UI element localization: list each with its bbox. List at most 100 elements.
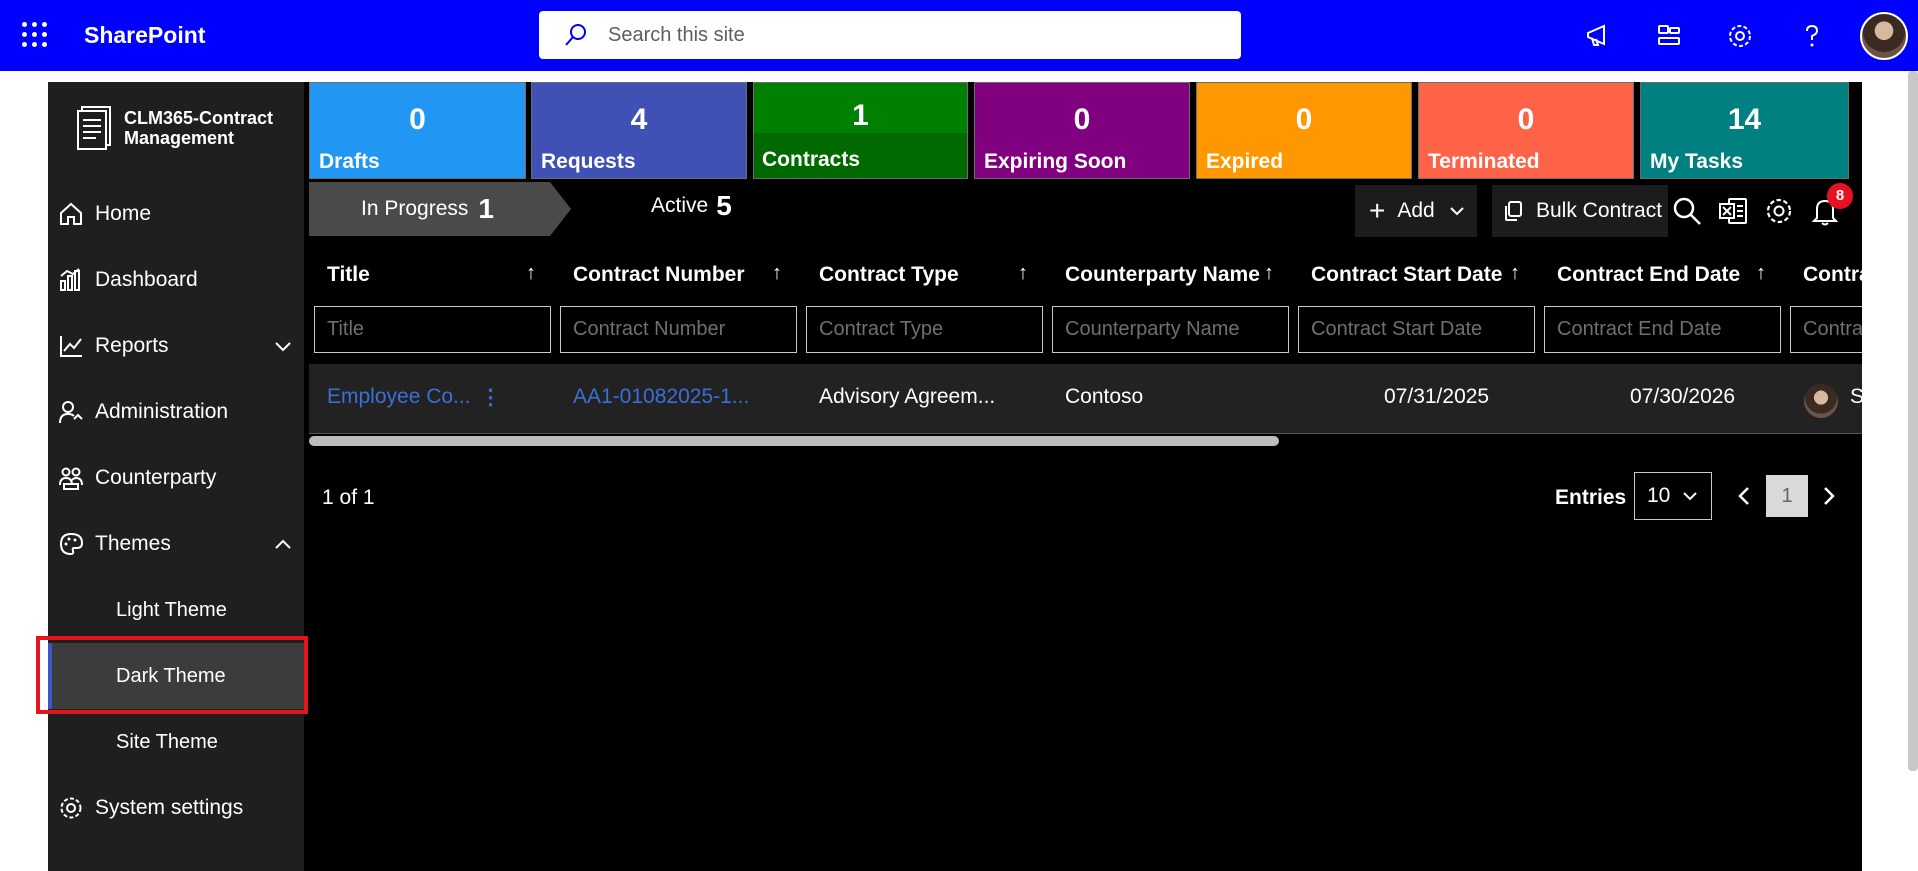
tile-drafts[interactable]: 0 Drafts: [309, 82, 526, 179]
nav-site-theme[interactable]: Site Theme: [48, 709, 304, 775]
search-icon: [565, 24, 586, 46]
nav-dashboard[interactable]: Dashboard: [48, 247, 304, 313]
column-header-end-date[interactable]: Contract End Date: [1557, 263, 1740, 287]
nav-counterparty[interactable]: Counterparty: [48, 445, 304, 511]
tab-active-count: 5: [716, 190, 732, 221]
filter-contract-type-input[interactable]: [806, 306, 1043, 353]
reports-icon: [60, 336, 82, 357]
nav-administration[interactable]: Administration: [48, 379, 304, 445]
column-header-counterparty-name[interactable]: Counterparty Name: [1065, 263, 1260, 287]
nav-themes[interactable]: Themes: [48, 511, 304, 577]
row-start-date: 07/31/2025: [1384, 385, 1490, 408]
tile-contracts[interactable]: 1 Contracts: [753, 82, 968, 179]
copy-icon: [1505, 201, 1522, 221]
tile-expiring-count: 0: [1073, 103, 1091, 136]
row-contract-number-link[interactable]: AA1-01082025-1...: [573, 385, 749, 409]
user-avatar[interactable]: [1860, 12, 1908, 60]
app-launcher-icon[interactable]: [22, 22, 48, 48]
row-counterparty: Contoso: [1065, 385, 1144, 408]
nav-administration-label: Administration: [95, 400, 229, 423]
tab-active[interactable]: Active 5: [651, 190, 732, 222]
bulk-contract-button[interactable]: Bulk Contract: [1492, 185, 1668, 237]
column-header-truncated[interactable]: Contra: [1803, 263, 1862, 287]
sort-arrow-icon[interactable]: ↑: [772, 262, 782, 285]
column-header-title[interactable]: Title: [327, 263, 370, 287]
chevron-down-icon: [1683, 492, 1698, 501]
add-button-label: Add: [1397, 199, 1435, 222]
entries-value: 10: [1647, 484, 1671, 507]
filter-title-input[interactable]: [314, 306, 551, 353]
tile-terminated-count: 0: [1517, 103, 1535, 136]
tile-contracts-label: Contracts: [762, 148, 861, 171]
tile-my-tasks-label: My Tasks: [1650, 150, 1743, 173]
contract-logo-icon: [77, 106, 111, 150]
horizontal-scrollbar[interactable]: [309, 436, 1279, 446]
tile-expired[interactable]: 0 Expired: [1196, 82, 1412, 179]
filter-contract-number-input[interactable]: [560, 306, 797, 353]
entries-label: Entries: [1555, 486, 1627, 509]
more-actions-icon[interactable]: ⋮: [480, 385, 501, 410]
chevron-up-icon[interactable]: [274, 538, 292, 550]
megaphone-icon[interactable]: [1584, 22, 1612, 50]
nav-home[interactable]: Home: [48, 181, 304, 247]
notification-badge: 8: [1827, 183, 1853, 209]
sort-arrow-icon[interactable]: ↑: [1264, 262, 1274, 285]
filter-truncated-input[interactable]: [1790, 306, 1862, 353]
row-end-date: 07/30/2026: [1630, 385, 1736, 408]
tile-terminated[interactable]: 0 Terminated: [1418, 82, 1634, 179]
tile-my-tasks[interactable]: 14 My Tasks: [1640, 82, 1849, 179]
tile-expiring-label: Expiring Soon: [984, 150, 1127, 173]
settings-gear-icon[interactable]: [1726, 22, 1754, 50]
tab-in-progress[interactable]: In Progress 1: [309, 182, 571, 236]
tab-in-progress-label: In Progress: [361, 197, 469, 220]
search-box[interactable]: [539, 11, 1241, 59]
tile-expired-count: 0: [1295, 103, 1313, 136]
filter-counterparty-input[interactable]: [1052, 306, 1289, 353]
excel-export-icon[interactable]: [1718, 196, 1748, 226]
column-header-start-date[interactable]: Contract Start Date: [1311, 263, 1502, 287]
home-icon: [60, 202, 82, 225]
nav-light-theme[interactable]: Light Theme: [48, 577, 304, 643]
sort-arrow-icon[interactable]: ↑: [1018, 262, 1028, 285]
entries-select[interactable]: 10: [1634, 472, 1712, 520]
column-header-contract-number[interactable]: Contract Number: [573, 263, 745, 287]
chevron-down-icon: [1450, 207, 1464, 216]
sort-arrow-icon[interactable]: ↑: [526, 262, 536, 285]
next-page-icon[interactable]: [1820, 481, 1838, 511]
search-icon[interactable]: [1672, 196, 1702, 226]
sort-arrow-icon[interactable]: ↑: [1756, 262, 1766, 285]
tile-requests-count: 4: [630, 103, 648, 136]
app-logo[interactable]: CLM365-Contract Management: [72, 104, 294, 152]
tile-requests-label: Requests: [541, 150, 636, 173]
nav-themes-label: Themes: [95, 532, 171, 555]
brand-title[interactable]: SharePoint: [84, 22, 205, 49]
filter-end-date-input[interactable]: [1544, 306, 1781, 353]
gear-icon: [60, 797, 82, 819]
tile-drafts-count: 0: [409, 103, 426, 136]
sidebar: CLM365-Contract Management Home Dashboar…: [48, 82, 304, 871]
nav-system-settings[interactable]: System settings: [48, 775, 304, 841]
settings-icon[interactable]: [1764, 196, 1794, 226]
nav-counterparty-label: Counterparty: [95, 466, 217, 489]
row-title-link[interactable]: Employee Co...: [327, 385, 471, 409]
search-input[interactable]: [608, 23, 1208, 47]
tile-terminated-label: Terminated: [1428, 150, 1540, 173]
current-page-button[interactable]: 1: [1766, 475, 1808, 517]
tile-my-tasks-count: 14: [1727, 103, 1762, 136]
chevron-down-icon[interactable]: [274, 340, 292, 352]
tile-expiring-soon[interactable]: 0 Expiring Soon: [974, 82, 1190, 179]
nav-reports[interactable]: Reports: [48, 313, 304, 379]
add-button[interactable]: + Add: [1355, 185, 1477, 237]
filter-start-date-input[interactable]: [1298, 306, 1535, 353]
connections-icon[interactable]: [1655, 22, 1683, 50]
row-owner-initial: S: [1850, 385, 1865, 408]
app-logo-text: CLM365-Contract Management: [124, 108, 274, 148]
page-scrollbar[interactable]: [1908, 71, 1918, 771]
column-header-contract-type[interactable]: Contract Type: [819, 263, 959, 287]
previous-page-icon[interactable]: [1735, 481, 1753, 511]
help-icon[interactable]: [1798, 22, 1826, 50]
sort-arrow-icon[interactable]: ↑: [1510, 262, 1520, 285]
tile-requests[interactable]: 4 Requests: [531, 82, 747, 179]
nav-home-label: Home: [95, 202, 152, 225]
tile-drafts-label: Drafts: [319, 150, 380, 173]
